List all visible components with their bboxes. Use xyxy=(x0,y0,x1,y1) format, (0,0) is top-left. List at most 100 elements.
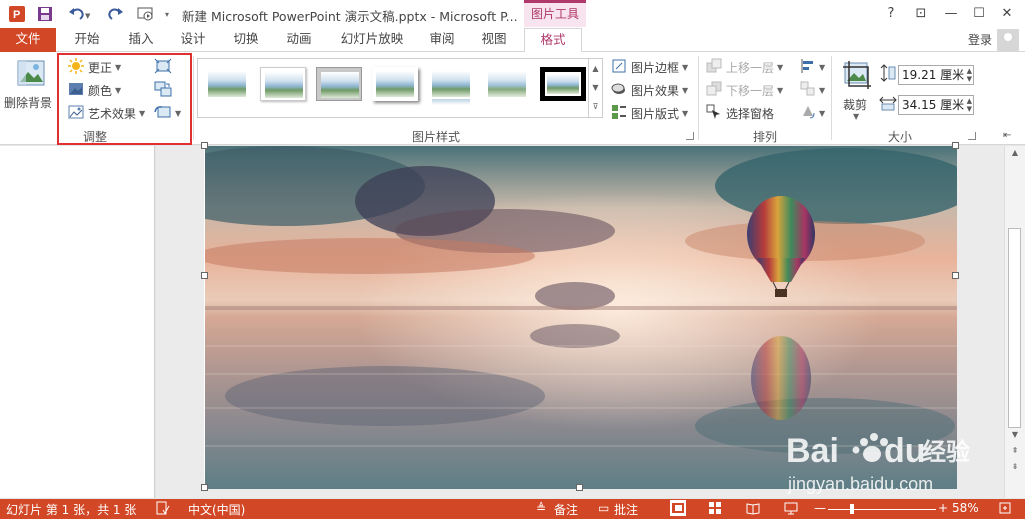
reset-picture-button[interactable]: ▼ xyxy=(154,104,181,123)
comments-button[interactable]: 批注 xyxy=(614,501,638,518)
resize-handle-bottom-left[interactable] xyxy=(201,484,208,491)
avatar[interactable] xyxy=(997,29,1019,51)
svg-text:P: P xyxy=(13,9,20,21)
crop-label: 裁剪 xyxy=(843,98,868,112)
ribbon-display-options-button[interactable]: ⊡ xyxy=(910,4,932,24)
gallery-more[interactable]: ⊽ xyxy=(588,97,602,117)
picture-style-simple-frame[interactable] xyxy=(204,67,250,101)
picture-effects-label: 图片效果 xyxy=(631,84,680,98)
start-presentation-icon[interactable] xyxy=(134,4,158,24)
picture-style-drop-shadow[interactable] xyxy=(372,67,418,101)
slide-editing-area[interactable]: Bai du 经验 jingyan.baidu.com xyxy=(156,142,1004,498)
bring-forward-button[interactable]: 上移一层 ▼ xyxy=(706,58,783,77)
picture-border-button[interactable]: 图片边框 ▼ xyxy=(611,58,688,77)
width-spinner-icon[interactable]: ▲ ▼ xyxy=(967,97,972,113)
slideshow-view-icon[interactable] xyxy=(784,501,798,518)
collapse-ribbon-icon[interactable]: ⇤ xyxy=(1003,130,1011,141)
picture-style-reflected[interactable] xyxy=(428,67,474,105)
comments-icon[interactable]: ▭ xyxy=(598,501,609,515)
tab-file[interactable]: 文件 xyxy=(0,28,56,52)
watermark-cn: 经验 xyxy=(922,438,970,466)
spell-check-icon[interactable] xyxy=(156,501,170,518)
resize-handle-bottom-center[interactable] xyxy=(576,484,583,491)
restore-button[interactable]: ☐ xyxy=(968,4,990,24)
tab-slideshow[interactable]: 幻灯片放映 xyxy=(332,28,412,52)
shape-height-field[interactable]: 19.21 厘米 ▲ ▼ xyxy=(898,65,974,85)
crop-button[interactable]: 裁剪 ▼ xyxy=(838,58,874,121)
group-objects-button[interactable]: ▼ xyxy=(800,81,825,100)
picture-style-metal-frame[interactable] xyxy=(316,67,362,101)
rotate-button[interactable]: ▼ xyxy=(800,104,825,123)
resize-handle-top-left[interactable] xyxy=(201,142,208,149)
normal-view-icon[interactable] xyxy=(670,500,686,516)
minimize-button[interactable]: — xyxy=(940,4,962,24)
tab-home[interactable]: 开始 xyxy=(62,28,112,52)
selection-pane-button[interactable]: 选择窗格 xyxy=(706,104,774,123)
size-dialog-launcher[interactable] xyxy=(968,132,976,140)
slide-count-status: 幻灯片 第 1 张，共 1 张 xyxy=(6,503,137,517)
scroll-down-icon[interactable]: ▼ xyxy=(1005,430,1025,439)
slide-thumbnail-pane[interactable] xyxy=(0,146,155,498)
scrollbar-thumb[interactable] xyxy=(1008,228,1021,428)
zoom-in-button[interactable]: + xyxy=(938,501,948,515)
zoom-level[interactable]: 58% xyxy=(952,501,979,515)
chevron-down-icon: ▼ xyxy=(777,86,784,95)
notes-icon[interactable]: ≜ xyxy=(536,501,546,515)
ppt-logo-icon[interactable]: P xyxy=(6,4,28,24)
picture-style-thick-black-frame[interactable] xyxy=(540,67,586,101)
next-slide-icon[interactable]: ⇟ xyxy=(1005,462,1025,471)
zoom-out-button[interactable]: — xyxy=(814,501,826,515)
resize-handle-middle-left[interactable] xyxy=(201,272,208,279)
picture-effects-button[interactable]: 图片效果 ▼ xyxy=(611,81,688,100)
crop-icon xyxy=(842,60,872,93)
send-backward-icon xyxy=(706,81,722,100)
tab-review[interactable]: 审阅 xyxy=(420,28,464,52)
save-icon[interactable] xyxy=(34,4,56,24)
remove-background-button[interactable]: 删除背景 xyxy=(4,56,54,112)
tab-design[interactable]: 设计 xyxy=(170,28,216,52)
redo-icon[interactable] xyxy=(104,4,126,24)
send-backward-label: 下移一层 xyxy=(726,84,775,98)
vertical-scrollbar[interactable]: ▲ ▼ ⇞ ⇟ xyxy=(1004,146,1025,498)
tab-transitions[interactable]: 切换 xyxy=(222,28,270,52)
tab-view[interactable]: 视图 xyxy=(472,28,516,52)
shape-width-field[interactable]: 34.15 厘米 ▲ ▼ xyxy=(898,95,974,115)
help-button[interactable]: ? xyxy=(880,4,902,24)
artistic-effects-button[interactable]: 艺术效果 ▼ xyxy=(68,104,145,123)
undo-icon[interactable]: ▼ xyxy=(64,4,94,24)
resize-handle-middle-right[interactable] xyxy=(952,272,959,279)
picture-style-soft-edge[interactable] xyxy=(260,67,306,101)
align-button[interactable]: ▼ xyxy=(800,58,825,77)
fit-slide-icon[interactable] xyxy=(998,501,1012,518)
slide-sorter-view-icon[interactable] xyxy=(708,501,722,518)
compress-pictures-button[interactable] xyxy=(154,58,172,77)
notes-button[interactable]: 备注 xyxy=(554,501,578,518)
scroll-up-icon[interactable]: ▲ xyxy=(1005,148,1025,157)
reading-view-icon[interactable] xyxy=(746,501,760,518)
tab-format[interactable]: 格式 xyxy=(524,28,582,53)
zoom-slider[interactable] xyxy=(828,509,936,510)
send-backward-button[interactable]: 下移一层 ▼ xyxy=(706,81,783,100)
corrections-button[interactable]: 更正 ▼ xyxy=(68,58,121,77)
adjust-group-label: 调整 xyxy=(82,130,107,144)
zoom-slider-thumb[interactable] xyxy=(850,504,854,514)
picture-layout-button[interactable]: 图片版式 ▼ xyxy=(611,104,688,123)
login-link[interactable]: 登录 xyxy=(968,31,992,48)
gallery-scroll-up[interactable]: ▲ xyxy=(588,59,602,78)
picture-style-soft-edge-rect[interactable] xyxy=(484,67,530,101)
height-spinner-icon[interactable]: ▲ ▼ xyxy=(967,67,972,83)
picture-styles-dialog-launcher[interactable] xyxy=(686,132,694,140)
picture-border-label: 图片边框 xyxy=(631,61,680,75)
customize-qat-icon[interactable]: ▾ xyxy=(160,4,174,24)
picture-styles-group-label: 图片样式 xyxy=(411,130,460,144)
bring-forward-label: 上移一层 xyxy=(726,61,775,75)
change-picture-button[interactable] xyxy=(154,81,172,100)
tab-animations[interactable]: 动画 xyxy=(276,28,322,52)
color-button[interactable]: 颜色 ▼ xyxy=(68,81,121,100)
close-button[interactable]: ✕ xyxy=(996,4,1018,24)
gallery-scroll-down[interactable]: ▼ xyxy=(588,78,602,97)
previous-slide-icon[interactable]: ⇞ xyxy=(1005,446,1025,455)
tab-insert[interactable]: 插入 xyxy=(116,28,166,52)
resize-handle-top-right[interactable] xyxy=(952,142,959,149)
language-status[interactable]: 中文(中国) xyxy=(188,501,245,518)
